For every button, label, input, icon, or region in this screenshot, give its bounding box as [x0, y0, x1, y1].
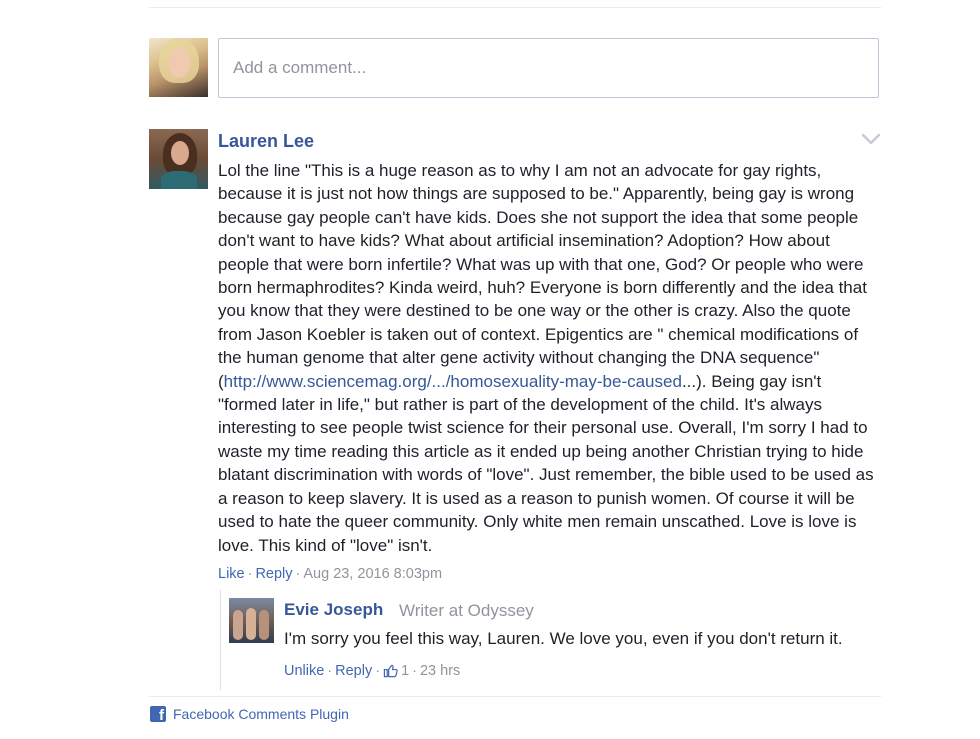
reply-reply-button[interactable]: Reply — [335, 663, 372, 679]
reply-thread-line — [220, 590, 221, 690]
like-button[interactable]: Like — [218, 566, 245, 582]
comment-link[interactable]: http://www.sciencemag.org/.../homosexual… — [224, 372, 682, 391]
facebook-comments-plugin-link[interactable]: f Facebook Comments Plugin — [150, 706, 349, 722]
add-comment-input[interactable] — [218, 38, 879, 98]
reply-author-avatar[interactable] — [229, 598, 274, 643]
reply-author-role: Writer at Odyssey — [399, 601, 534, 620]
facebook-icon: f — [150, 706, 166, 722]
reply-author-name[interactable]: Evie Joseph — [284, 600, 383, 620]
commenter-avatar[interactable] — [149, 129, 208, 189]
chevron-down-icon[interactable] — [860, 130, 882, 148]
comment-timestamp[interactable]: Aug 23, 2016 8:03pm — [303, 566, 442, 582]
thumbs-up-icon — [383, 664, 398, 678]
top-divider — [149, 7, 881, 8]
comment-text-part-1: Lol the line "This is a huge reason as t… — [218, 161, 867, 391]
reply-timestamp[interactable]: 23 hrs — [420, 663, 460, 679]
reply-actions: Unlike · Reply · 1 · 23 hrs — [284, 663, 461, 679]
comment-text: Lol the line "This is a huge reason as t… — [218, 159, 882, 557]
unlike-button[interactable]: Unlike — [284, 663, 324, 679]
comment-text-part-2: ...). Being gay isn't "formed later in l… — [218, 371, 874, 555]
plugin-label: Facebook Comments Plugin — [173, 706, 349, 722]
reply-text: I'm sorry you feel this way, Lauren. We … — [284, 629, 843, 648]
reply-like-count[interactable]: 1 — [401, 663, 409, 679]
reply-button[interactable]: Reply — [255, 566, 292, 582]
bottom-divider — [149, 696, 881, 697]
comment-actions: Like · Reply · Aug 23, 2016 8:03pm — [218, 566, 443, 582]
current-user-avatar — [149, 38, 208, 97]
comment-author-name[interactable]: Lauren Lee — [218, 131, 314, 152]
